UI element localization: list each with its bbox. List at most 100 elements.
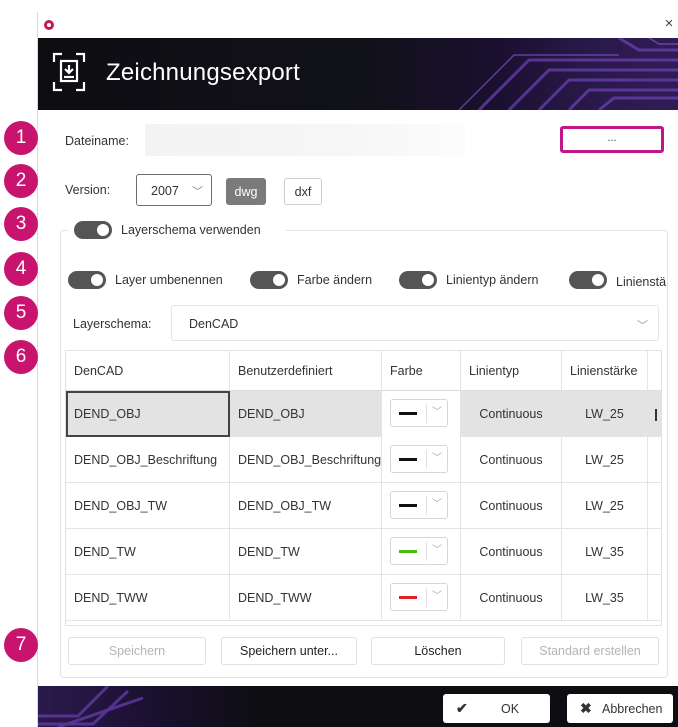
column-header-dencad[interactable]: DenCAD	[66, 351, 230, 391]
cell-lineweight[interactable]: LW_25	[562, 483, 648, 529]
table-row[interactable]: DEND_OBJ DEND_OBJ ﹀ Continuous LW_25	[66, 391, 661, 437]
save-as-button[interactable]: Speichern unter...	[221, 637, 357, 665]
close-icon: ✖	[580, 700, 592, 716]
cell-custom[interactable]: DEND_OBJ_Beschriftung	[230, 437, 382, 483]
rename-layer-toggle[interactable]	[68, 271, 106, 289]
cell-dencad[interactable]: DEND_OBJ_Beschriftung	[66, 437, 230, 483]
callout-badge-4: 4	[4, 252, 38, 286]
cell-lineweight[interactable]: LW_35	[562, 575, 648, 621]
cell-linetype[interactable]: Continuous	[461, 483, 562, 529]
color-select[interactable]: ﹀	[390, 445, 448, 473]
version-label: Version:	[65, 183, 111, 197]
create-default-button[interactable]: Standard erstellen	[521, 637, 659, 665]
export-dialog: × Zeichnungsexport Dateiname: ... Versio…	[37, 12, 678, 727]
cell-dencad[interactable]: DEND_OBJ	[66, 391, 230, 437]
cell-lineweight[interactable]: LW_25	[562, 437, 648, 483]
chevron-down-icon: ﹀	[432, 407, 442, 418]
color-select[interactable]: ﹀	[390, 399, 448, 427]
version-select[interactable]: 2007 ﹀	[136, 174, 212, 206]
column-header-color[interactable]: Farbe	[382, 351, 461, 391]
cell-color: ﹀	[382, 575, 461, 621]
circuit-pattern-decoration	[38, 686, 144, 727]
cell-lineweight[interactable]: LW_25	[562, 391, 648, 437]
change-color-label: Farbe ändern	[297, 273, 373, 287]
export-drawing-icon	[52, 52, 86, 92]
table-header: DenCAD Benutzerdefiniert Farbe Linientyp…	[66, 351, 661, 391]
divider	[426, 542, 427, 561]
version-value: 2007	[151, 184, 179, 198]
cell-color: ﹀	[382, 483, 461, 529]
cell-dencad[interactable]: DEND_TW	[66, 529, 230, 575]
column-header-custom[interactable]: Benutzerdefiniert	[230, 351, 382, 391]
change-lineweight-label: Linienstä	[616, 275, 667, 289]
title-bar: ×	[38, 12, 678, 38]
column-header-linetype[interactable]: Linientyp	[461, 351, 562, 391]
resize-handle	[655, 409, 657, 421]
cell-lineweight[interactable]: LW_35	[562, 529, 648, 575]
ok-button[interactable]: ✔ OK	[443, 694, 550, 723]
chevron-down-icon: ﹀	[637, 320, 648, 332]
cancel-label: Abbrechen	[602, 702, 663, 716]
cell-color: ﹀	[382, 437, 461, 483]
app-logo-icon	[44, 20, 54, 30]
cell-custom[interactable]: DEND_OBJ_TW	[230, 483, 382, 529]
dialog-title: Zeichnungsexport	[106, 59, 300, 86]
callout-badge-2: 2	[4, 164, 38, 198]
color-swatch	[399, 504, 417, 507]
ok-label: OK	[501, 702, 520, 716]
chevron-down-icon: ﹀	[432, 545, 442, 556]
change-linetype-toggle[interactable]	[399, 271, 437, 289]
page: × Zeichnungsexport Dateiname: ... Versio…	[0, 0, 678, 727]
layerschema-toggle[interactable]	[74, 221, 112, 239]
change-linetype-label: Linientyp ändern	[446, 273, 539, 287]
layerschema-value: DenCAD	[189, 317, 239, 331]
cell-custom[interactable]: DEND_TW	[230, 529, 382, 575]
divider	[426, 588, 427, 607]
chevron-down-icon: ﹀	[192, 186, 203, 198]
rename-layer-label: Layer umbenennen	[115, 273, 223, 287]
color-swatch	[399, 550, 417, 553]
cancel-button[interactable]: ✖ Abbrechen	[567, 694, 673, 723]
filename-input[interactable]	[145, 124, 465, 156]
table-row[interactable]: DEND_TW DEND_TW ﹀ Continuous LW_35	[66, 529, 661, 575]
checkmark-icon: ✔	[456, 700, 468, 716]
layerschema-toggle-label: Layerschema verwenden	[121, 223, 261, 237]
format-dxf-button[interactable]: dxf	[284, 178, 322, 205]
delete-button[interactable]: Löschen	[371, 637, 505, 665]
save-button[interactable]: Speichern	[68, 637, 206, 665]
circuit-pattern-decoration	[458, 38, 678, 110]
layer-table: DenCAD Benutzerdefiniert Farbe Linientyp…	[65, 350, 662, 626]
cell-linetype[interactable]: Continuous	[461, 575, 562, 621]
format-dwg-button[interactable]: dwg	[226, 178, 266, 205]
layerschema-select[interactable]: DenCAD ﹀	[171, 305, 659, 341]
cell-custom[interactable]: DEND_OBJ	[230, 391, 382, 437]
divider	[426, 450, 427, 469]
browse-button[interactable]: ...	[560, 126, 664, 153]
chevron-down-icon: ﹀	[432, 591, 442, 602]
callout-badge-1: 1	[4, 121, 38, 155]
column-header-lineweight[interactable]: Linienstärke	[562, 351, 648, 391]
callout-badge-6: 6	[4, 340, 38, 374]
table-row[interactable]: DEND_TWW DEND_TWW ﹀ Continuous LW_35	[66, 575, 661, 621]
change-lineweight-toggle[interactable]	[569, 271, 607, 289]
cell-linetype[interactable]: Continuous	[461, 437, 562, 483]
cell-linetype[interactable]: Continuous	[461, 529, 562, 575]
divider	[426, 404, 427, 423]
color-select[interactable]: ﹀	[390, 491, 448, 519]
color-select[interactable]: ﹀	[390, 537, 448, 565]
cell-dencad[interactable]: DEND_OBJ_TW	[66, 483, 230, 529]
change-color-toggle[interactable]	[250, 271, 288, 289]
chevron-down-icon: ﹀	[432, 499, 442, 510]
color-select[interactable]: ﹀	[390, 583, 448, 611]
table-row[interactable]: DEND_OBJ_Beschriftung DEND_OBJ_Beschrift…	[66, 437, 661, 483]
table-row[interactable]: DEND_OBJ_TW DEND_OBJ_TW ﹀ Continuous LW_…	[66, 483, 661, 529]
callout-badge-3: 3	[4, 207, 38, 241]
cell-linetype[interactable]: Continuous	[461, 391, 562, 437]
close-button[interactable]: ×	[661, 15, 677, 33]
cell-color: ﹀	[382, 529, 461, 575]
callout-badge-5: 5	[4, 296, 38, 330]
cell-dencad[interactable]: DEND_TWW	[66, 575, 230, 621]
cell-color: ﹀	[382, 391, 461, 437]
color-swatch	[399, 458, 417, 461]
cell-custom[interactable]: DEND_TWW	[230, 575, 382, 621]
